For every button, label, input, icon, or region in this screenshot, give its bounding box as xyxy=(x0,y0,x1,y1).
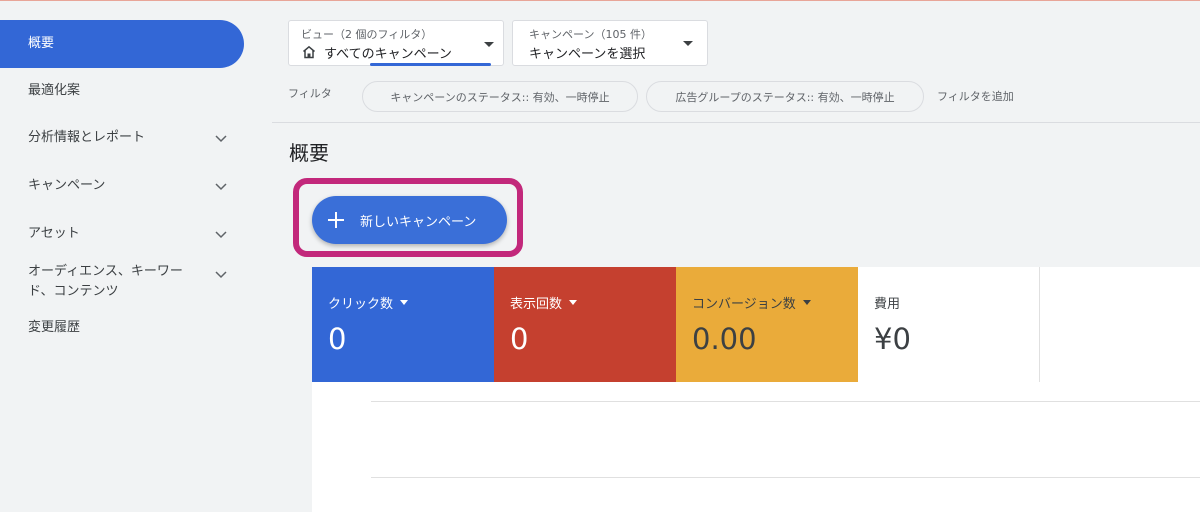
selector-underline xyxy=(370,63,491,66)
metric-card-conversions[interactable]: コンバージョン数 0.00 xyxy=(676,267,858,382)
sidebar-item-assets[interactable]: アセット xyxy=(0,210,244,258)
dropdown-arrow-icon xyxy=(802,300,811,305)
sidebar-item-label: アセット xyxy=(28,226,80,241)
sidebar-item-label: 変更履歴 xyxy=(28,320,81,335)
sidebar: 概要 最適化案 分析情報とレポート キャンペーン アセット オーディエンス、キー… xyxy=(0,1,262,512)
add-filter-link[interactable]: フィルタを追加 xyxy=(937,88,1014,104)
metric-label[interactable]: コンバージョン数 xyxy=(692,293,811,312)
page-title: 概要 xyxy=(289,141,329,165)
chart-gridline xyxy=(371,401,1200,402)
sidebar-item-label: 分析情報とレポート xyxy=(28,130,146,145)
performance-panel: クリック数 0 表示回数 0 コンバージョン数 0.00 費用 ¥0 xyxy=(312,267,1200,512)
dropdown-arrow-icon xyxy=(683,41,693,46)
sidebar-item-insights-reports[interactable]: 分析情報とレポート xyxy=(0,114,244,162)
dropdown-arrow-icon xyxy=(569,300,578,305)
filter-divider xyxy=(272,122,1200,123)
sidebar-item-audiences-keywords-content[interactable]: オーディエンス、キーワード、コンテンツ xyxy=(0,258,244,306)
metric-label-text: クリック数 xyxy=(328,297,394,312)
metric-label[interactable]: クリック数 xyxy=(328,293,409,312)
sidebar-item-label: キャンペーン xyxy=(28,178,106,193)
chevron-down-icon[interactable] xyxy=(214,133,228,143)
campaign-selector-value: キャンペーンを選択 xyxy=(529,47,646,62)
metric-card-cost[interactable]: 費用 ¥0 xyxy=(858,267,1040,382)
sidebar-item-recommendations[interactable]: 最適化案 xyxy=(0,68,244,114)
metric-card-impressions[interactable]: 表示回数 0 xyxy=(494,267,676,382)
sidebar-item-overview[interactable]: 概要 xyxy=(0,20,244,68)
view-selector-caption: ビュー（2 個のフィルタ） xyxy=(301,28,433,41)
view-selector[interactable]: ビュー（2 個のフィルタ） すべてのキャンペーン xyxy=(288,20,504,66)
filter-chip-adgroup-status[interactable]: 広告グループのステータス:: 有効、一時停止 xyxy=(646,81,924,112)
chevron-down-icon[interactable] xyxy=(214,229,228,239)
sidebar-item-change-history[interactable]: 変更履歴 xyxy=(0,312,244,344)
filter-chip-campaign-status[interactable]: キャンペーンのステータス:: 有効、一時停止 xyxy=(362,81,638,112)
campaign-selector[interactable]: キャンペーン（105 件） キャンペーンを選択 xyxy=(512,20,708,66)
sidebar-item-campaigns[interactable]: キャンペーン xyxy=(0,162,244,210)
metric-value: 0.00 xyxy=(692,322,757,356)
metric-value: 0 xyxy=(328,322,347,356)
metric-divider xyxy=(1039,267,1040,382)
metric-label[interactable]: 費用 xyxy=(874,293,900,312)
metric-card-clicks[interactable]: クリック数 0 xyxy=(312,267,494,382)
new-campaign-button-label: 新しいキャンペーン xyxy=(360,214,477,230)
metric-value: 0 xyxy=(510,322,529,356)
new-campaign-button[interactable]: 新しいキャンペーン xyxy=(312,196,507,244)
view-selector-value: すべてのキャンペーン xyxy=(324,47,452,62)
chart-gridline xyxy=(371,477,1200,478)
metric-label-text: 表示回数 xyxy=(510,297,563,312)
chevron-down-icon[interactable] xyxy=(214,181,228,191)
plus-icon xyxy=(328,212,344,228)
metric-label-text: コンバージョン数 xyxy=(692,297,796,312)
home-icon xyxy=(303,45,315,59)
filter-label: フィルタ xyxy=(288,87,332,100)
dropdown-arrow-icon xyxy=(400,300,409,305)
chevron-down-icon[interactable] xyxy=(214,269,228,279)
sidebar-item-label: 最適化案 xyxy=(28,83,81,98)
metric-label[interactable]: 表示回数 xyxy=(510,293,578,312)
metric-label-text: 費用 xyxy=(874,297,901,312)
sidebar-item-label: オーディエンス、キーワード、コンテンツ xyxy=(28,264,183,299)
metric-value: ¥0 xyxy=(874,322,911,356)
campaign-selector-caption: キャンペーン（105 件） xyxy=(529,28,652,41)
filter-chip-text: キャンペーンのステータス:: 有効、一時停止 xyxy=(390,90,610,104)
sidebar-item-label: 概要 xyxy=(28,36,55,51)
dropdown-arrow-icon xyxy=(484,42,494,47)
filter-chip-text: 広告グループのステータス:: 有効、一時停止 xyxy=(675,90,895,104)
